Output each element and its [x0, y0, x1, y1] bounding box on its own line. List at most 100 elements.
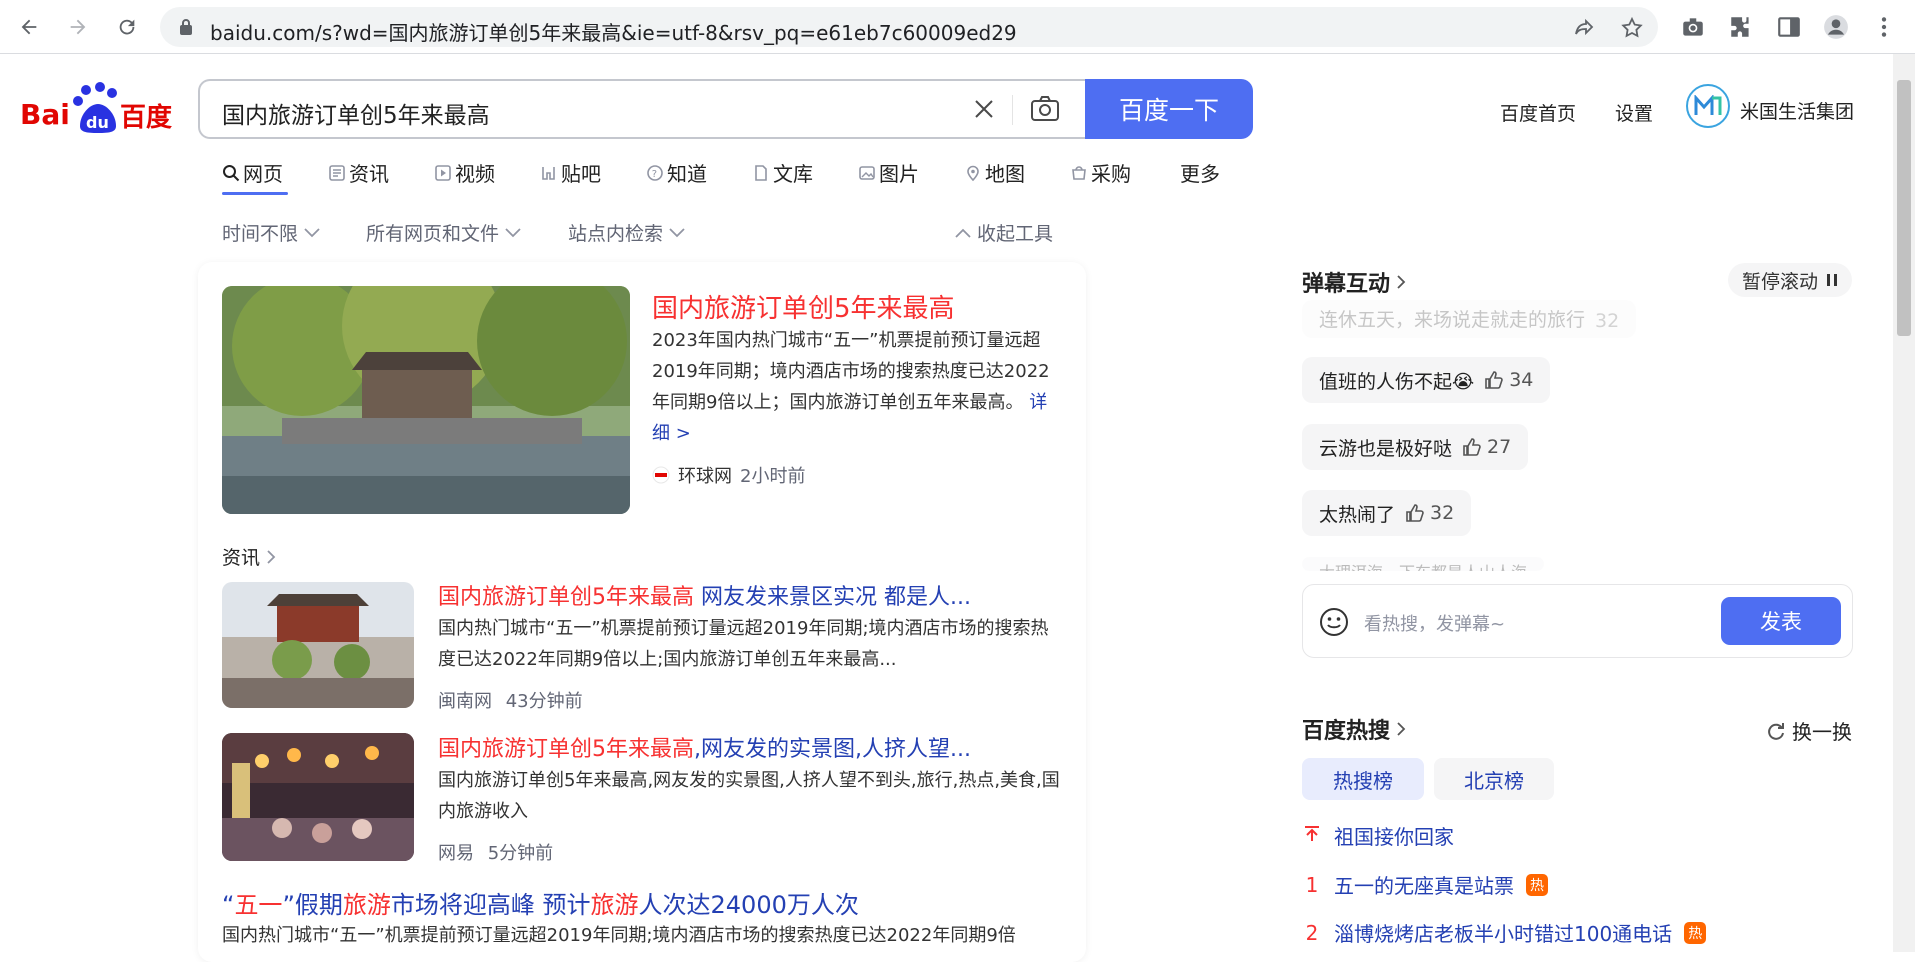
arrow-up-icon: [1305, 825, 1319, 841]
news-desc-2: 国内旅游订单创5年来最高,网友发的实景图,人挤人望不到头,旅行,热点,美食,国内…: [438, 770, 1060, 822]
pin-top-icon: [1302, 824, 1322, 848]
pause-icon: [1827, 274, 1838, 286]
scenic-photo: [222, 286, 630, 514]
danmu-likes[interactable]: 27: [1462, 436, 1511, 458]
tab-news[interactable]: 资讯: [328, 158, 389, 187]
filter-scope[interactable]: 所有网页和文件: [366, 219, 521, 246]
chevron-up-icon: [955, 228, 971, 238]
title-rest: ,网友发的实景图,人挤人望...: [694, 737, 971, 762]
reload-button[interactable]: [112, 12, 142, 42]
hot-badge: 热: [1684, 921, 1707, 944]
settings-link[interactable]: 设置: [1615, 99, 1653, 126]
hot-badge: 热: [1526, 873, 1548, 896]
news-image-2[interactable]: [222, 733, 414, 861]
chevron-down-icon: [669, 227, 685, 237]
danmu-likes[interactable]: 34: [1484, 369, 1533, 391]
clear-icon[interactable]: [972, 97, 996, 121]
forward-button[interactable]: [63, 12, 93, 42]
svg-text:?: ?: [652, 169, 657, 180]
thumbs-up-icon: [1406, 504, 1424, 522]
top-result-image[interactable]: [222, 286, 630, 514]
refresh-icon: [1768, 722, 1784, 740]
extensions-icon[interactable]: [1728, 14, 1754, 40]
thumbs-up-icon: [1485, 371, 1504, 389]
hot-tab-beijing[interactable]: 北京榜: [1434, 758, 1554, 800]
filter-label: 站点内检索: [568, 223, 664, 245]
map-icon: [967, 165, 979, 181]
title-rest: 网友发来景区实况 都是人...: [694, 585, 971, 610]
scrollbar-thumb[interactable]: [1897, 80, 1911, 336]
news-title-2[interactable]: 国内旅游订单创5年来最高,网友发的实景图,人挤人望...: [438, 731, 971, 763]
news-image-1[interactable]: [222, 582, 414, 708]
filter-site[interactable]: 站点内检索: [568, 219, 685, 246]
pause-scroll-button[interactable]: 暂停滚动: [1728, 263, 1853, 297]
danmu-likes[interactable]: 32: [1405, 502, 1454, 524]
danmu-title-text: 弹幕互动: [1302, 272, 1391, 297]
title-part: 旅游: [342, 891, 391, 919]
hot-search-title[interactable]: 百度热搜: [1302, 713, 1406, 745]
tab-map[interactable]: 地图: [964, 158, 1025, 187]
tab-more[interactable]: 更多: [1180, 158, 1220, 187]
hot-tab-hot[interactable]: 热搜榜: [1302, 758, 1424, 800]
filter-label: 所有网页和文件: [366, 223, 500, 245]
tab-zhidao[interactable]: ? 知道: [646, 158, 707, 187]
back-button[interactable]: [14, 12, 44, 42]
bottom-result-desc: 国内热门城市“五一”机票提前预订量远超2019年同期;境内酒店市场的搜索热度已达…: [222, 925, 1016, 946]
search-input[interactable]: 国内旅游订单创5年来最高: [222, 96, 490, 130]
side-panel-icon[interactable]: [1776, 14, 1802, 40]
source-name[interactable]: 闽南网: [438, 691, 492, 712]
profile-icon[interactable]: [1823, 14, 1849, 40]
arrow-left-icon: [21, 19, 37, 35]
tab-purchase[interactable]: 采购: [1070, 158, 1131, 187]
user-logo-icon: [1694, 95, 1722, 115]
danmu-item[interactable]: 云游也是极好哒 27: [1302, 424, 1529, 470]
danmu-title[interactable]: 弹幕互动: [1302, 266, 1406, 298]
share-icon[interactable]: [1572, 16, 1596, 40]
hot-item-pinned[interactable]: 祖国接你回家: [1302, 821, 1454, 850]
avatar[interactable]: [1686, 84, 1730, 128]
tab-video[interactable]: 视频: [434, 158, 495, 187]
hot-item[interactable]: 2 淄博烧烤店老板半小时错过100通电话 热: [1302, 918, 1707, 947]
tab-wenku[interactable]: 文库: [752, 158, 813, 187]
collapse-tools[interactable]: 收起工具: [955, 219, 1053, 246]
hot-rank: 2: [1305, 920, 1319, 945]
filter-time[interactable]: 时间不限: [222, 219, 320, 246]
top-result-title[interactable]: 国内旅游订单创5年来最高: [652, 288, 955, 325]
title-part: “: [222, 891, 235, 919]
news-title-1[interactable]: 国内旅游订单创5年来最高 网友发来景区实况 都是人...: [438, 579, 971, 611]
chevron-down-icon: [304, 227, 320, 237]
danmu-item[interactable]: 值班的人伤不起😭 34: [1302, 357, 1551, 403]
tab-images[interactable]: 图片: [858, 158, 919, 187]
search-button[interactable]: 百度一下: [1085, 79, 1253, 139]
refresh-button[interactable]: 换一换: [1766, 716, 1852, 745]
danmu-input-box[interactable]: 看热搜，发弹幕~ 发表: [1302, 584, 1853, 658]
address-bar[interactable]: baidu.com/s?wd=国内旅游订单创5年来最高&ie=utf-8&rsv…: [160, 7, 1658, 47]
danmu-input-placeholder[interactable]: 看热搜，发弹幕~: [1364, 610, 1505, 636]
danmu-item[interactable]: 太热闹了 32: [1302, 490, 1472, 536]
source-name[interactable]: 环球网: [678, 462, 732, 488]
camera-icon[interactable]: [1680, 14, 1706, 40]
tab-web[interactable]: 网页: [222, 158, 283, 187]
star-icon[interactable]: [1620, 16, 1644, 40]
tab-label: 资讯: [349, 162, 389, 186]
news-section-label[interactable]: 资讯: [222, 543, 276, 570]
bottom-result-title[interactable]: “五一”假期旅游市场将迎高峰 预计旅游人次达24000万人次: [222, 885, 859, 920]
tab-label: 贴吧: [561, 162, 601, 186]
title-part: 五一: [234, 891, 283, 919]
camera-search-icon[interactable]: [1029, 94, 1061, 124]
baidu-logo[interactable]: Bai du 百度: [20, 82, 176, 134]
document-icon: [755, 164, 767, 181]
menu-dots-icon[interactable]: [1871, 14, 1897, 40]
search-box[interactable]: 国内旅游订单创5年来最高: [198, 79, 1086, 139]
emoji-icon[interactable]: [1319, 607, 1349, 637]
source-time: 43分钟前: [505, 691, 583, 712]
send-danmu-button[interactable]: 发表: [1721, 597, 1841, 645]
chevron-right-icon: [267, 549, 276, 564]
hot-item[interactable]: 1 五一的无座真是站票 热: [1302, 870, 1548, 899]
baidu-home-link[interactable]: 百度首页: [1500, 99, 1576, 126]
tab-tieba[interactable]: 贴吧: [540, 158, 601, 187]
source-name[interactable]: 网易: [438, 843, 474, 864]
tab-label: 文库: [773, 162, 813, 186]
user-name[interactable]: 米国生活集团: [1740, 97, 1854, 124]
page-scrollbar[interactable]: [1893, 54, 1915, 952]
